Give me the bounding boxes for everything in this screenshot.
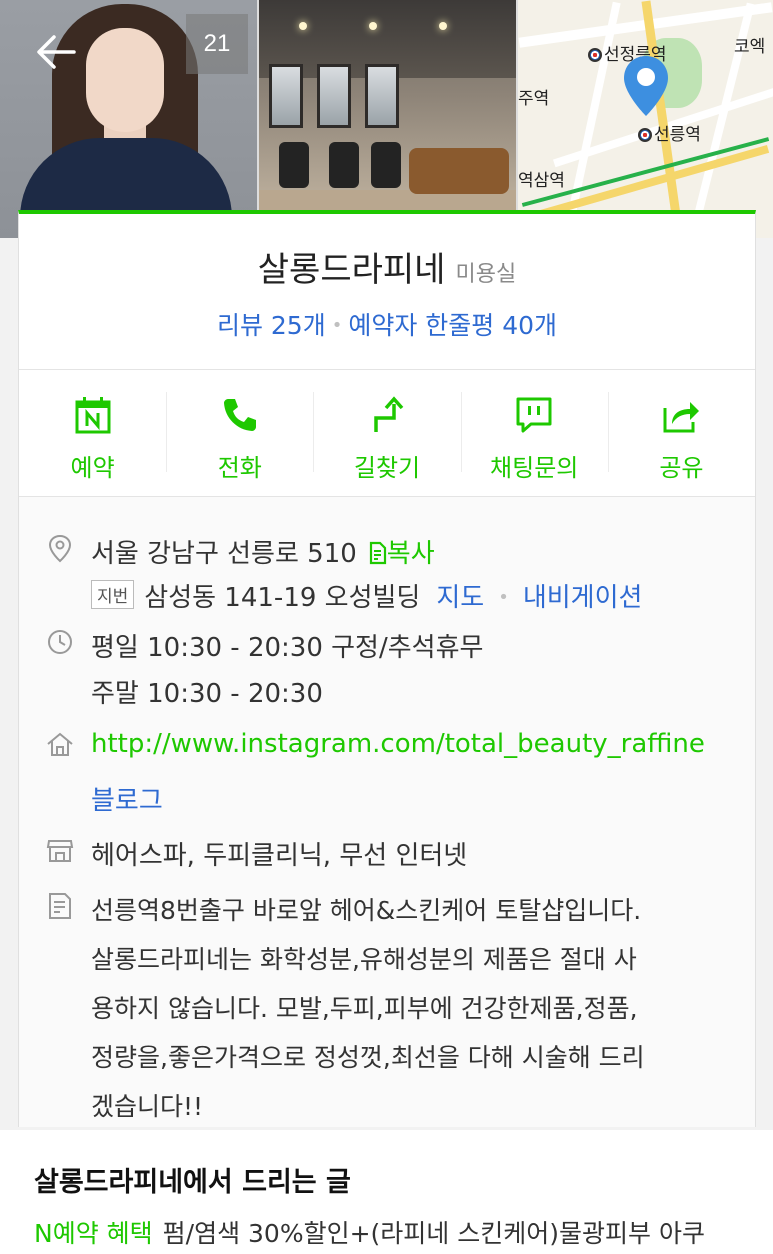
place-category: 미용실 [455, 262, 517, 287]
location-pin-icon [624, 56, 668, 116]
owner-notice-section: 살롱드라피네에서 드리는 글 N예약 혜택 펌/염색 30%할인+(라피네 스킨케… [0, 1130, 773, 1254]
jibun-tag: 지번 [91, 580, 135, 609]
review-summary: 리뷰 25개 • 예약자 한줄평 40개 [216, 311, 558, 340]
place-title-row: 살롱드라피네 미용실 [19, 242, 755, 291]
store-icon [46, 840, 74, 862]
navigation-link[interactable]: 내비게이션 [523, 583, 643, 613]
calendar-n-icon [75, 397, 111, 434]
document-icon [49, 893, 71, 919]
chat-icon [516, 397, 552, 433]
description-line: 용하지 않습니다. 모발,두피,피부에 건강한제품,정품, [91, 994, 638, 1023]
home-icon [47, 732, 73, 756]
blog-link[interactable]: 블로그 [91, 780, 163, 817]
jibun-address-line: 지번 삼성동 141-19 오성빌딩 지도 • 내비게이션 [91, 577, 642, 614]
jibun-address: 삼성동 141-19 오성빌딩 [144, 583, 421, 613]
booking-review-link[interactable]: 예약자 한줄평 40개 [348, 311, 557, 340]
subway-icon [588, 48, 602, 62]
booking-benefit[interactable]: N예약 혜택 펌/염색 30%할인+(라피네 스킨케어)물광피부 아쿠 [34, 1214, 705, 1250]
amenities: 헤어스파, 두피클리닉, 무선 인터넷 [91, 841, 468, 871]
weekend-hours: 주말 10:30 - 20:30 [91, 679, 323, 709]
copy-address-button[interactable]: 복사 [387, 539, 435, 569]
clock-icon [48, 630, 72, 654]
reserve-button[interactable]: 예약 [19, 370, 166, 496]
benefit-label: N예약 혜택 [34, 1219, 153, 1248]
benefit-text: 펌/염색 30%할인+(라피네 스킨케어)물광피부 아쿠 [162, 1219, 705, 1248]
map-link[interactable]: 지도 [436, 583, 484, 613]
place-info-card: 살롱드라피네 미용실 리뷰 25개 • 예약자 한줄평 40개 예약 전화 길찾… [18, 210, 756, 1127]
location-icon [48, 534, 72, 563]
copy-icon[interactable] [367, 541, 387, 565]
review-count-link[interactable]: 리뷰 25개 [217, 311, 326, 340]
call-button[interactable]: 전화 [166, 370, 313, 496]
chat-inquiry-button[interactable]: 채팅문의 [460, 370, 608, 496]
description-line: 겠습니다!! [91, 1092, 204, 1121]
description-line: 선릉역8번출구 바로앞 헤어&스킨케어 토탈샵입니다. [91, 896, 642, 925]
action-bar: 예약 전화 길찾기 채팅문의 공유 [19, 370, 755, 496]
subway-icon [638, 128, 652, 142]
phone-icon [223, 399, 256, 431]
directions-icon [374, 396, 404, 432]
description-line: 살롱드라피네는 화학성분,유해성분의 제품은 절대 사 [91, 945, 637, 974]
photo-count-badge: 21 [186, 14, 248, 74]
share-icon [663, 402, 700, 433]
place-details: 서울 강남구 선릉로 510 복사 지번 삼성동 141-19 오성빌딩 지도 • 내비게… [19, 497, 755, 1127]
weekday-hours: 평일 10:30 - 20:30 구정/추석휴무 [91, 633, 484, 663]
back-arrow-icon[interactable] [34, 30, 78, 74]
directions-button[interactable]: 길찾기 [313, 370, 460, 496]
website-link[interactable]: http://www.instagram.com/total_beauty_ra… [91, 729, 705, 759]
description-line: 정량을,좋은가격으로 정성껏,최선을 다해 시술해 드리 [91, 1043, 645, 1072]
photo-gallery[interactable]: 21 11 선정릉역 코엑 주역 선릉역 역삼역 [0, 0, 773, 238]
notice-title: 살롱드라피네에서 드리는 글 [34, 1167, 351, 1198]
salon-interior-photo[interactable]: 11 [259, 0, 516, 238]
place-name: 살롱드라피네 [257, 250, 446, 290]
road-address: 서울 강남구 선릉로 510 [91, 539, 357, 569]
address-line: 서울 강남구 선릉로 510 복사 [91, 533, 435, 570]
share-button[interactable]: 공유 [607, 370, 755, 496]
